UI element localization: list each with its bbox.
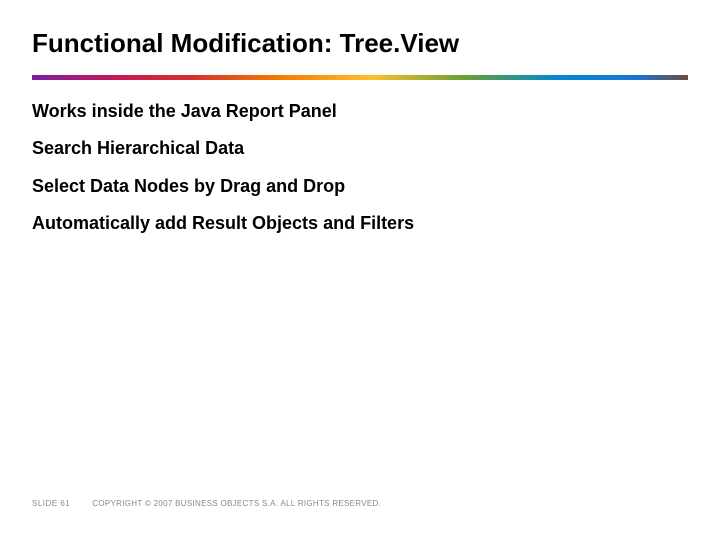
list-item: Works inside the Java Report Panel: [32, 100, 688, 123]
rainbow-divider: [32, 75, 688, 80]
slide-title: Functional Modification: Tree.View: [32, 28, 688, 59]
bullet-list: Works inside the Java Report Panel Searc…: [32, 100, 688, 236]
copyright-text: COPYRIGHT © 2007 BUSINESS OBJECTS S.A. A…: [92, 499, 381, 508]
list-item: Automatically add Result Objects and Fil…: [32, 212, 688, 235]
list-item: Search Hierarchical Data: [32, 137, 688, 160]
slide-footer: SLIDE 61 COPYRIGHT © 2007 BUSINESS OBJEC…: [32, 499, 381, 508]
slide-number: SLIDE 61: [32, 499, 70, 508]
slide: Functional Modification: Tree.View Works…: [0, 0, 720, 540]
list-item: Select Data Nodes by Drag and Drop: [32, 175, 688, 198]
